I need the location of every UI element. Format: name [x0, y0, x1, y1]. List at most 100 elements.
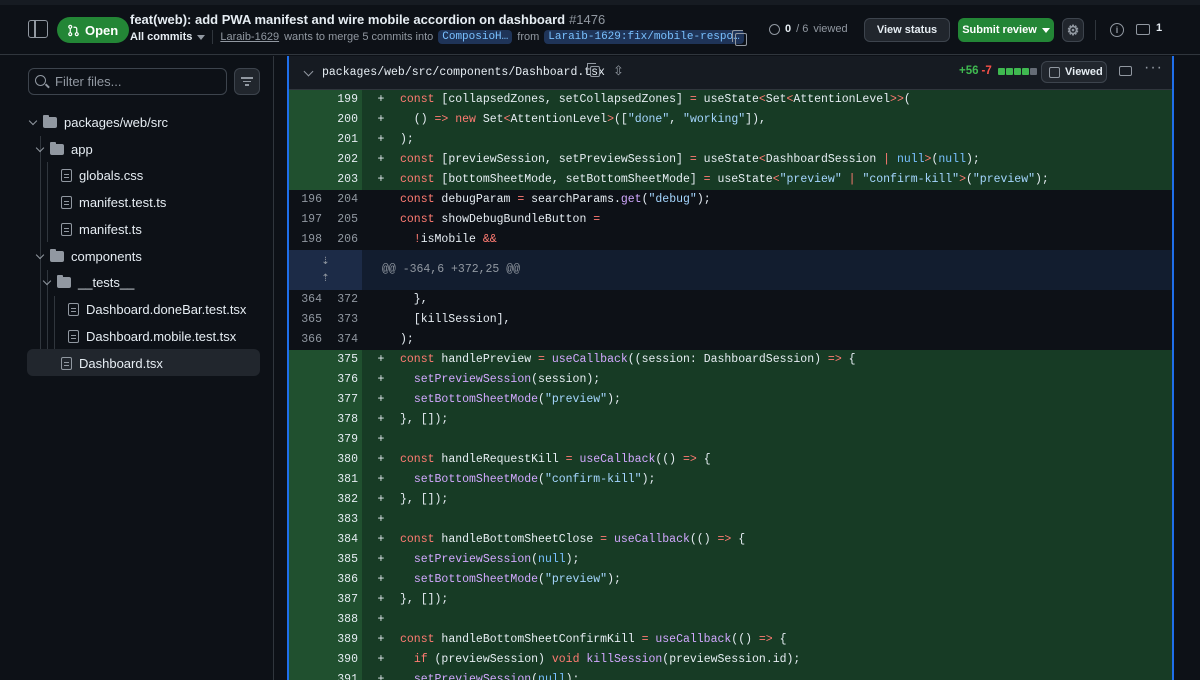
new-line-number[interactable]: 380 — [326, 450, 362, 470]
old-line-number[interactable] — [289, 130, 326, 150]
tree-folder-components[interactable]: components — [35, 243, 142, 269]
comment-icon[interactable] — [1119, 66, 1132, 76]
tree-file-globals-css[interactable]: globals.css — [61, 162, 143, 188]
old-line-number[interactable] — [289, 350, 326, 370]
diff-line-context[interactable]: 366 374 ); — [289, 330, 1172, 350]
new-line-number[interactable]: 389 — [326, 630, 362, 650]
new-line-number[interactable]: 200 — [326, 110, 362, 130]
diff-line-context[interactable]: 364 372 }, — [289, 290, 1172, 310]
chevron-down-icon[interactable] — [303, 66, 314, 77]
tree-folder-app[interactable]: app — [35, 136, 93, 162]
old-line-number[interactable] — [289, 510, 326, 530]
new-line-number[interactable]: 373 — [326, 310, 362, 330]
old-line-number[interactable] — [289, 170, 326, 190]
new-line-number[interactable]: 390 — [326, 650, 362, 670]
old-line-number[interactable] — [289, 450, 326, 470]
diff-line-added[interactable]: 384 + const handleBottomSheetClose = useCa… — [289, 530, 1172, 550]
copy-icon[interactable] — [732, 30, 747, 46]
info-icon[interactable]: i — [1110, 23, 1124, 37]
expand-all-icon[interactable]: ⇳ — [613, 63, 624, 79]
diff-line-added[interactable]: 389 + const handleBottomSheetConfirmKill =… — [289, 630, 1172, 650]
more-options-icon[interactable]: ··· — [1144, 59, 1163, 77]
new-line-number[interactable]: 385 — [326, 550, 362, 570]
viewed-checkbox-button[interactable]: Viewed — [1041, 61, 1107, 83]
old-line-number[interactable] — [289, 150, 326, 170]
old-line-number[interactable] — [289, 390, 326, 410]
sidebar-toggle-icon[interactable] — [28, 20, 48, 38]
diff-line-added[interactable]: 387 +}, []); — [289, 590, 1172, 610]
author-link[interactable]: Laraib-1629 — [220, 31, 279, 43]
diff-line-context[interactable]: 196 204 const debugParam = searchParams.g… — [289, 190, 1172, 210]
diff-line-added[interactable]: 390 + if (previewSession) void killSessio… — [289, 650, 1172, 670]
tree-folder-tests[interactable]: __tests__ — [42, 269, 134, 295]
head-branch[interactable]: Laraib-1629:fix/mobile-respo… — [544, 30, 744, 44]
new-line-number[interactable]: 376 — [326, 370, 362, 390]
new-line-number[interactable]: 388 — [326, 610, 362, 630]
old-line-number[interactable] — [289, 470, 326, 490]
old-line-number[interactable] — [289, 550, 326, 570]
new-line-number[interactable]: 202 — [326, 150, 362, 170]
old-line-number[interactable]: 364 — [289, 290, 326, 310]
expand-down-icon[interactable]: ⇣ — [321, 256, 329, 267]
new-line-number[interactable]: 199 — [326, 90, 362, 110]
diff-line-added[interactable]: 386 + setBottomSheetMode("preview"); — [289, 570, 1172, 590]
expand-hunk-button[interactable]: ⇣ ⇡ — [289, 250, 362, 290]
old-line-number[interactable]: 198 — [289, 230, 326, 250]
new-line-number[interactable]: 383 — [326, 510, 362, 530]
new-line-number[interactable]: 378 — [326, 410, 362, 430]
old-line-number[interactable] — [289, 570, 326, 590]
old-line-number[interactable] — [289, 650, 326, 670]
tree-file-manifest-test[interactable]: manifest.test.ts — [61, 189, 166, 215]
diff-line-context[interactable]: 365 373 [killSession], — [289, 310, 1172, 330]
diff-line-added[interactable]: 201 +); — [289, 130, 1172, 150]
old-line-number[interactable]: 196 — [289, 190, 326, 210]
base-branch[interactable]: ComposioH… — [438, 30, 513, 44]
view-status-button[interactable]: View status — [864, 18, 950, 42]
diff-line-added[interactable]: 377 + setBottomSheetMode("preview"); — [289, 390, 1172, 410]
tree-folder-src[interactable]: packages/web/src — [28, 109, 168, 135]
diff-line-added[interactable]: 383 + — [289, 510, 1172, 530]
expand-up-icon[interactable]: ⇡ — [321, 273, 329, 284]
diff-line-added[interactable]: 385 + setPreviewSession(null); — [289, 550, 1172, 570]
diff-line-added[interactable]: 200 + () => new Set<AttentionLevel>(["don… — [289, 110, 1172, 130]
old-line-number[interactable]: 365 — [289, 310, 326, 330]
diff-line-added[interactable]: 202 + const [previewSession, setPreviewSes… — [289, 150, 1172, 170]
diff-line-added[interactable]: 375 + const handlePreview = useCallback((s… — [289, 350, 1172, 370]
new-line-number[interactable]: 382 — [326, 490, 362, 510]
copy-path-icon[interactable] — [587, 63, 600, 77]
filter-files-input[interactable] — [28, 68, 227, 95]
diff-line-added[interactable]: 379 + — [289, 430, 1172, 450]
old-line-number[interactable] — [289, 610, 326, 630]
diff-line-added[interactable]: 388 + — [289, 610, 1172, 630]
new-line-number[interactable]: 384 — [326, 530, 362, 550]
new-line-number[interactable]: 205 — [326, 210, 362, 230]
diff-line-added[interactable]: 199 + const [collapsedZones, setCollapsedZ… — [289, 90, 1172, 110]
old-line-number[interactable]: 366 — [289, 330, 326, 350]
new-line-number[interactable]: 206 — [326, 230, 362, 250]
old-line-number[interactable] — [289, 530, 326, 550]
old-line-number[interactable] — [289, 490, 326, 510]
diff-line-context[interactable]: 198 206 !isMobile && — [289, 230, 1172, 250]
old-line-number[interactable] — [289, 590, 326, 610]
submit-review-button[interactable]: Submit review — [958, 18, 1054, 42]
diff-line-added[interactable]: 378 +}, []); — [289, 410, 1172, 430]
tree-file-mobile-test[interactable]: Dashboard.mobile.test.tsx — [68, 323, 236, 349]
tree-file-dashboard[interactable]: Dashboard.tsx — [61, 350, 163, 376]
new-line-number[interactable]: 374 — [326, 330, 362, 350]
settings-gear-icon[interactable]: ⚙ — [1062, 18, 1084, 42]
comment-count[interactable]: 1 — [1156, 22, 1162, 34]
old-line-number[interactable] — [289, 90, 326, 110]
new-line-number[interactable]: 204 — [326, 190, 362, 210]
diff-line-added[interactable]: 376 + setPreviewSession(session); — [289, 370, 1172, 390]
new-line-number[interactable]: 375 — [326, 350, 362, 370]
diff-line-added[interactable]: 381 + setBottomSheetMode("confirm-kill"); — [289, 470, 1172, 490]
diff-line-added[interactable]: 203 + const [bottomSheetMode, setBottomShe… — [289, 170, 1172, 190]
old-line-number[interactable] — [289, 670, 326, 680]
new-line-number[interactable]: 201 — [326, 130, 362, 150]
new-line-number[interactable]: 386 — [326, 570, 362, 590]
new-line-number[interactable]: 372 — [326, 290, 362, 310]
tree-file-manifest[interactable]: manifest.ts — [61, 216, 142, 242]
old-line-number[interactable]: 197 — [289, 210, 326, 230]
old-line-number[interactable] — [289, 410, 326, 430]
chevron-down-icon[interactable] — [197, 34, 206, 40]
